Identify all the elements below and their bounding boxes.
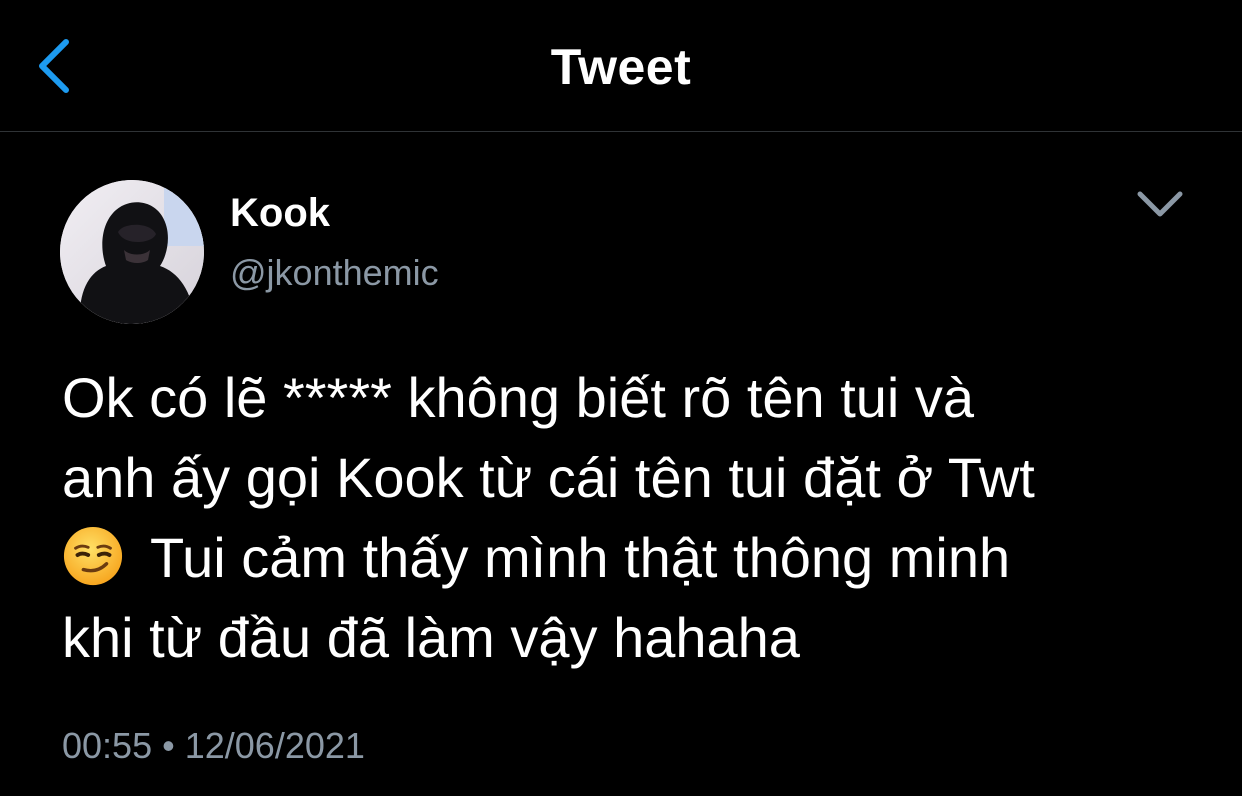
tweet-text-line: khi từ đầu đã làm vậy hahaha (62, 606, 800, 669)
tweet-text-line: anh ấy gọi Kook từ cái tên tui đặt ở Twt (62, 446, 1035, 509)
top-bar: Tweet (0, 0, 1242, 132)
chevron-down-icon (1137, 191, 1183, 217)
author-handle[interactable]: @jkonthemic (230, 252, 439, 294)
avatar[interactable] (60, 180, 204, 324)
tweet-text-line-with-emoji: Tui cảm thấy mình thật thông minh (62, 518, 1202, 598)
more-options-button[interactable] (1130, 182, 1190, 226)
tweet-date: 12/06/2021 (184, 725, 365, 766)
avatar-image (60, 180, 204, 324)
timestamp-separator: • (162, 725, 175, 766)
author-display-name[interactable]: Kook (230, 190, 330, 236)
tweet-text-line: Ok có lẽ ***** không biết rõ tên tui và (62, 366, 975, 429)
page-title: Tweet (550, 39, 692, 95)
tweet-text-segment: Tui cảm thấy mình thật thông minh (150, 526, 1011, 589)
tweet-timestamp: 00:55 • 12/06/2021 (62, 724, 365, 768)
tweet-time: 00:55 (62, 725, 153, 766)
tweet-text: Ok có lẽ ***** không biết rõ tên tui và … (62, 358, 1202, 678)
smirking-face-emoji-icon (63, 526, 123, 586)
